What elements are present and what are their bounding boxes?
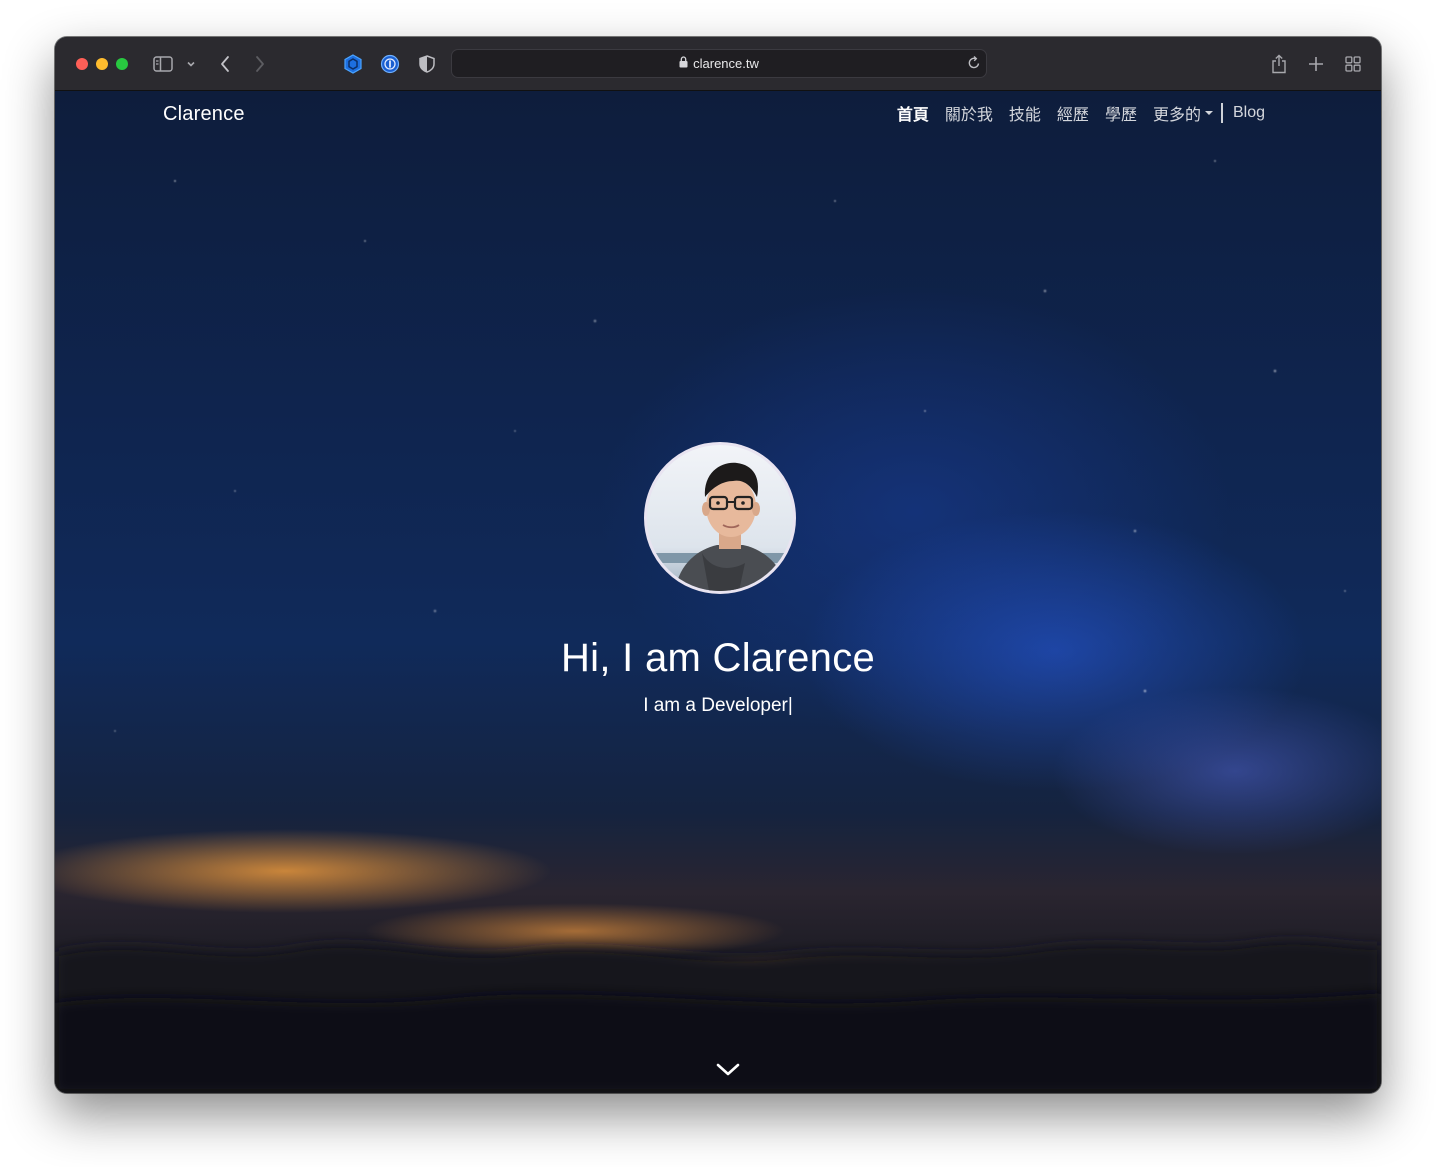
hero-subtitle: I am a Developer|: [643, 695, 793, 716]
browser-window: clarence.tw Clarence 首頁 關於我 技能 經歷 學歷 更多的…: [55, 37, 1381, 1093]
browser-toolbar: clarence.tw: [55, 37, 1381, 91]
extension-hex-icon[interactable]: [342, 52, 364, 76]
nav-item-skills[interactable]: 技能: [1009, 101, 1041, 125]
close-window-button[interactable]: [76, 58, 88, 70]
address-bar[interactable]: clarence.tw: [451, 49, 987, 78]
hero-title: Hi, I am Clarence: [560, 636, 876, 680]
nav-divider: [1220, 103, 1223, 123]
hero-section: Clarence 首頁 關於我 技能 經歷 學歷 更多的 Blog Hi, I …: [55, 91, 1381, 1093]
chevron-down-icon[interactable]: [185, 52, 197, 76]
reload-icon[interactable]: [967, 55, 981, 75]
new-tab-icon[interactable]: [1306, 52, 1326, 76]
privacy-shield-icon[interactable]: [417, 52, 437, 76]
password-manager-icon[interactable]: [379, 52, 401, 76]
minimize-window-button[interactable]: [96, 58, 108, 70]
nav-item-blog[interactable]: Blog: [1233, 104, 1265, 122]
caret-down-icon: [1204, 111, 1213, 115]
avatar: [644, 442, 796, 594]
zoom-window-button[interactable]: [116, 58, 128, 70]
share-icon[interactable]: [1269, 52, 1289, 76]
lock-icon: [679, 56, 688, 71]
tab-overview-icon[interactable]: [1343, 52, 1363, 76]
site-brand[interactable]: Clarence: [163, 103, 245, 126]
forward-icon[interactable]: [252, 52, 268, 76]
scroll-down-chevron-icon[interactable]: [715, 1061, 741, 1079]
nav-item-education[interactable]: 學歷: [1105, 101, 1137, 125]
back-icon[interactable]: [217, 52, 233, 76]
nav-item-about[interactable]: 關於我: [945, 101, 993, 125]
url-text: clarence.tw: [693, 56, 759, 71]
nav-item-more-label: 更多的: [1152, 107, 1201, 124]
nav-item-experience[interactable]: 經歷: [1057, 101, 1089, 125]
nav-item-more-dropdown[interactable]: 更多的: [1153, 101, 1213, 125]
nav-item-home[interactable]: 首頁: [897, 101, 929, 125]
sidebar-icon[interactable]: [152, 52, 174, 76]
main-nav: 首頁 關於我 技能 經歷 學歷 更多的 Blog: [897, 101, 1265, 125]
